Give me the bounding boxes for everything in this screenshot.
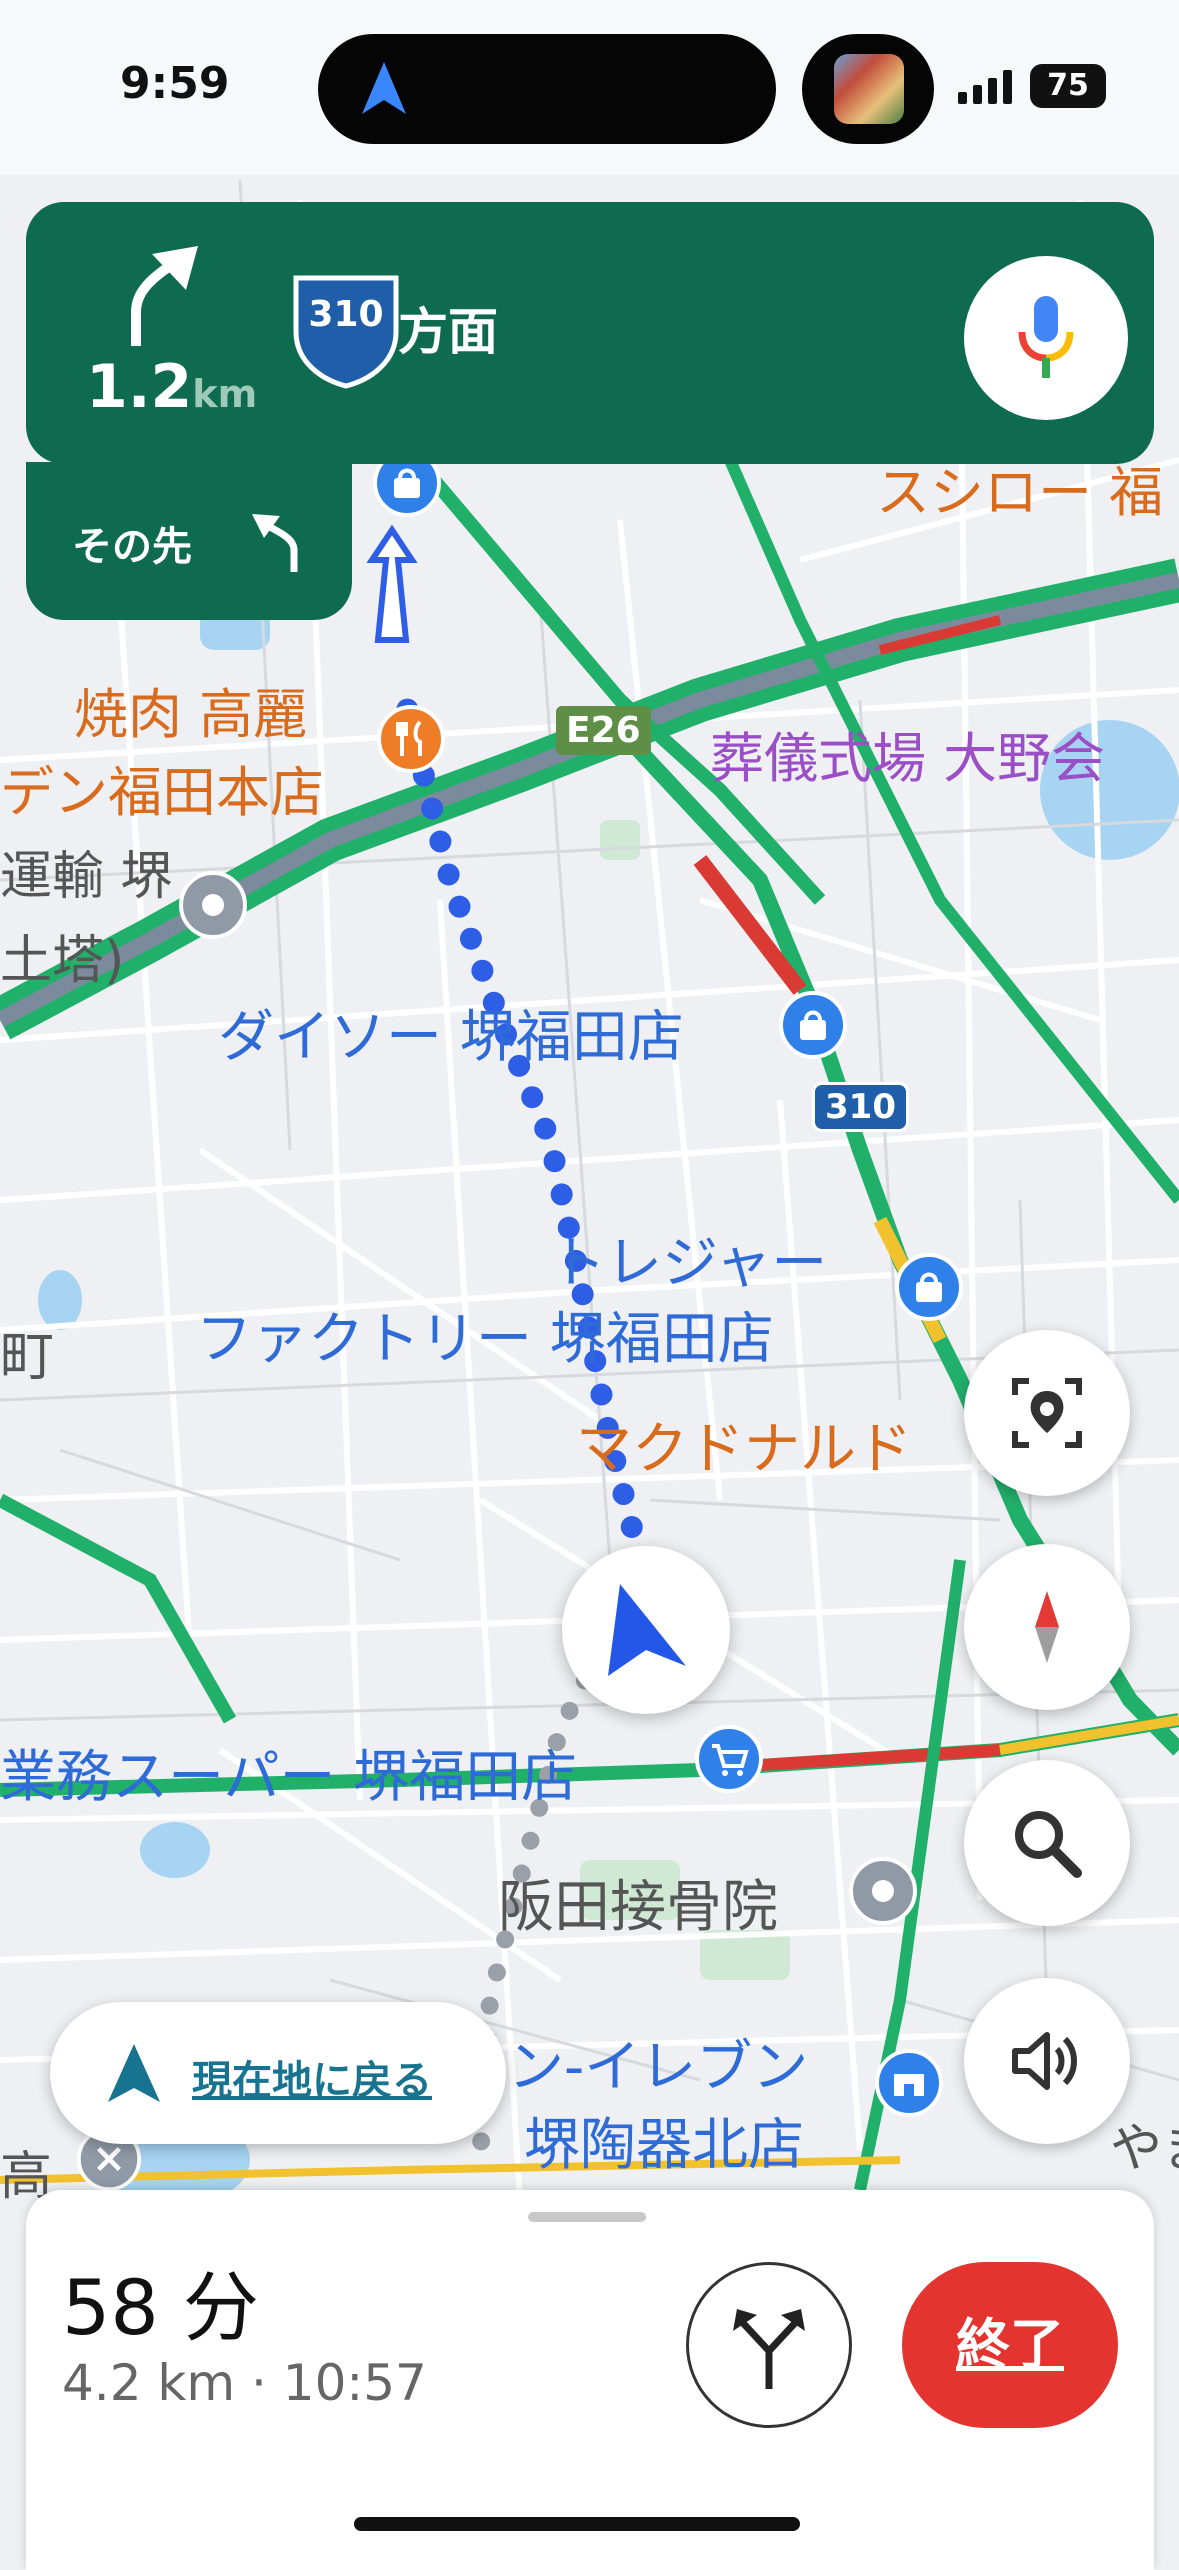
then-label: その先 xyxy=(72,524,192,570)
home-indicator[interactable] xyxy=(354,2517,800,2531)
grocery-cart-pin-icon[interactable] xyxy=(694,1724,764,1794)
microphone-icon xyxy=(1018,296,1074,378)
place-pin-icon[interactable] xyxy=(848,1856,918,1926)
turn-instruction-card[interactable]: 1.2km 310 方面 xyxy=(26,202,1154,464)
area-machi-label: 町 xyxy=(0,1325,54,1388)
compass-button[interactable] xyxy=(964,1544,1130,1710)
sheet-drag-handle[interactable] xyxy=(528,2212,646,2222)
direction-text: 方面 xyxy=(398,303,498,361)
poi-unyu-label-2: 土塔) xyxy=(0,931,125,991)
sound-settings-button[interactable] xyxy=(964,1978,1130,2144)
status-bar: 9:59 75 xyxy=(0,0,1179,175)
compass-icon xyxy=(1035,1591,1059,1663)
turn-slight-left-icon xyxy=(252,514,298,572)
highway-e26-badge: E26 xyxy=(556,706,651,755)
battery-indicator: 75 xyxy=(1030,64,1106,108)
trip-summary-sheet[interactable]: 58 分 4.2 km · 10:57 終了 xyxy=(26,2190,1154,2570)
distance-unit: km xyxy=(192,372,258,416)
eta-distance-arrival: 4.2 km · 10:57 xyxy=(62,2354,427,2412)
dynamic-island[interactable] xyxy=(318,34,776,144)
poi-sakata-label[interactable]: 阪田接骨院 xyxy=(498,1862,778,1943)
search-icon xyxy=(1015,1811,1082,1878)
navigation-arrow-icon xyxy=(608,1584,686,1676)
voice-search-button[interactable] xyxy=(964,256,1128,420)
end-navigation-button[interactable]: 終了 xyxy=(902,2262,1118,2428)
poi-seven-label-2[interactable]: 堺陶器北店 xyxy=(524,2100,804,2181)
status-time: 9:59 xyxy=(120,58,230,109)
route-shield: 310 xyxy=(290,272,402,390)
poi-daiso-label[interactable]: ダイソー 堺福田店 xyxy=(218,992,684,1073)
next-turn-card[interactable]: その先 xyxy=(26,462,352,620)
visual-search-button[interactable] xyxy=(964,1330,1130,1496)
navigation-arrow-icon xyxy=(362,62,406,114)
visual-search-icon xyxy=(1012,1378,1082,1448)
search-along-route-button[interactable] xyxy=(964,1760,1130,1926)
current-location-marker xyxy=(562,1546,730,1714)
shopping-pin-icon[interactable] xyxy=(894,1252,964,1322)
eta-duration: 58 分 xyxy=(62,2263,259,2352)
poi-gyomu-label[interactable]: 業務スーパー 堺福田店 xyxy=(0,1732,577,1813)
place-pin-icon[interactable] xyxy=(178,870,248,940)
distance-to-turn: 1.2km xyxy=(86,352,257,422)
cellular-signal-icon xyxy=(958,70,1012,104)
recenter-button[interactable]: 現在地に戻る xyxy=(50,2002,506,2144)
restaurant-pin-icon[interactable] xyxy=(376,704,446,774)
route-shield-number: 310 xyxy=(308,294,384,335)
poi-yakiniku-label-2[interactable]: デン福田本店 xyxy=(0,748,324,827)
recenter-label: 現在地に戻る xyxy=(192,2058,432,2104)
alternate-routes-button[interactable] xyxy=(686,2262,852,2428)
poi-funeral-label[interactable]: 葬儀式場 大野会 xyxy=(710,714,1105,793)
navigation-arrow-icon xyxy=(108,2044,160,2102)
poi-yakiniku-label[interactable]: 焼肉 高麗 xyxy=(74,670,307,749)
poi-treasure-label[interactable]: トレジャー xyxy=(550,1218,827,1299)
poi-mcdonalds-label[interactable]: マクドナルド xyxy=(576,1404,912,1485)
distance-value: 1.2 xyxy=(86,352,193,422)
poi-treasure-label-2[interactable]: ファクトリー 堺福田店 xyxy=(196,1294,774,1375)
turn-slight-right-icon xyxy=(131,246,198,346)
shopping-pin-icon[interactable] xyxy=(778,990,848,1060)
area-yama-label: やま xyxy=(1110,2119,1179,2179)
poi-unyu-label: 運輸 堺 xyxy=(0,847,173,907)
media-thumbnail[interactable] xyxy=(802,34,934,144)
poi-seven-label[interactable]: ン-イレブン xyxy=(508,2022,808,2103)
album-art-image xyxy=(834,54,904,124)
convenience-store-pin-icon[interactable] xyxy=(874,2048,944,2118)
route-310-badge: 310 xyxy=(812,1082,909,1132)
volume-icon xyxy=(1012,2032,1077,2090)
route-fork-icon xyxy=(733,2309,805,2389)
